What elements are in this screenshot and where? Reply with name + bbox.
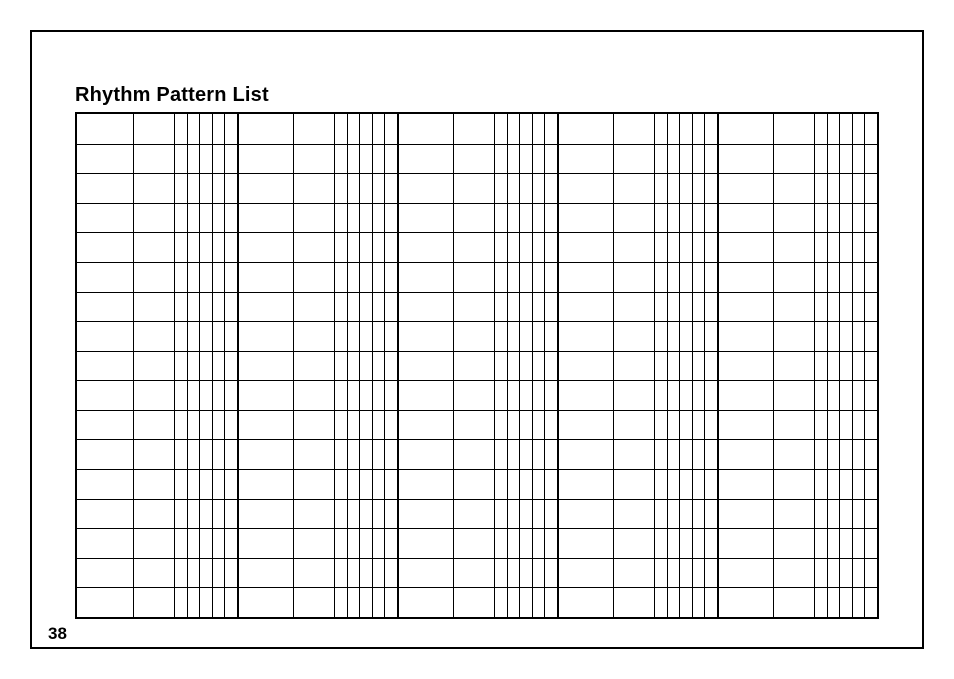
grid-row-line bbox=[77, 469, 877, 470]
grid-row-line bbox=[77, 173, 877, 174]
grid-group-separator bbox=[717, 114, 719, 617]
grid-col-line bbox=[224, 114, 225, 617]
grid-row-line bbox=[77, 587, 877, 588]
grid-col-line bbox=[494, 114, 495, 617]
grid-col-line bbox=[692, 114, 693, 617]
grid-col-line bbox=[519, 114, 520, 617]
grid-col-line bbox=[347, 114, 348, 617]
page-number: 38 bbox=[48, 624, 67, 644]
grid-col-line bbox=[839, 114, 840, 617]
grid-col-line bbox=[613, 114, 614, 617]
grid-row-line bbox=[77, 499, 877, 500]
grid-row-line bbox=[77, 528, 877, 529]
grid-row-line bbox=[77, 144, 877, 145]
grid-col-line bbox=[174, 114, 175, 617]
page-title: Rhythm Pattern List bbox=[75, 84, 269, 107]
grid-col-line bbox=[187, 114, 188, 617]
grid-col-line bbox=[212, 114, 213, 617]
grid-container bbox=[75, 112, 879, 619]
grid-col-line bbox=[532, 114, 533, 617]
grid-col-line bbox=[667, 114, 668, 617]
grid-col-line bbox=[814, 114, 815, 617]
grid-col-line bbox=[453, 114, 454, 617]
grid-row-line bbox=[77, 351, 877, 352]
grid-row-line bbox=[77, 321, 877, 322]
grid-col-line bbox=[827, 114, 828, 617]
grid-col-line bbox=[334, 114, 335, 617]
grid-col-line bbox=[133, 114, 134, 617]
grid-col-line bbox=[384, 114, 385, 617]
grid-col-line bbox=[199, 114, 200, 617]
grid-row-line bbox=[77, 410, 877, 411]
grid-col-line bbox=[679, 114, 680, 617]
grid-group-separator bbox=[557, 114, 559, 617]
grid-row-line bbox=[77, 232, 877, 233]
rhythm-pattern-grid bbox=[75, 112, 879, 619]
grid-col-line bbox=[864, 114, 865, 617]
grid-group-separator bbox=[237, 114, 239, 617]
grid-row-line bbox=[77, 292, 877, 293]
grid-row-line bbox=[77, 262, 877, 263]
grid-col-line bbox=[773, 114, 774, 617]
grid-col-line bbox=[359, 114, 360, 617]
grid-col-line bbox=[372, 114, 373, 617]
grid-col-line bbox=[507, 114, 508, 617]
grid-col-line bbox=[852, 114, 853, 617]
grid-row-line bbox=[77, 380, 877, 381]
grid-row-line bbox=[77, 558, 877, 559]
grid-col-line bbox=[654, 114, 655, 617]
grid-row-line bbox=[77, 203, 877, 204]
grid-col-line bbox=[293, 114, 294, 617]
grid-col-line bbox=[704, 114, 705, 617]
grid-group-separator bbox=[397, 114, 399, 617]
document-page: Rhythm Pattern List 38 bbox=[0, 0, 954, 679]
grid-col-line bbox=[544, 114, 545, 617]
grid-row-line bbox=[77, 439, 877, 440]
